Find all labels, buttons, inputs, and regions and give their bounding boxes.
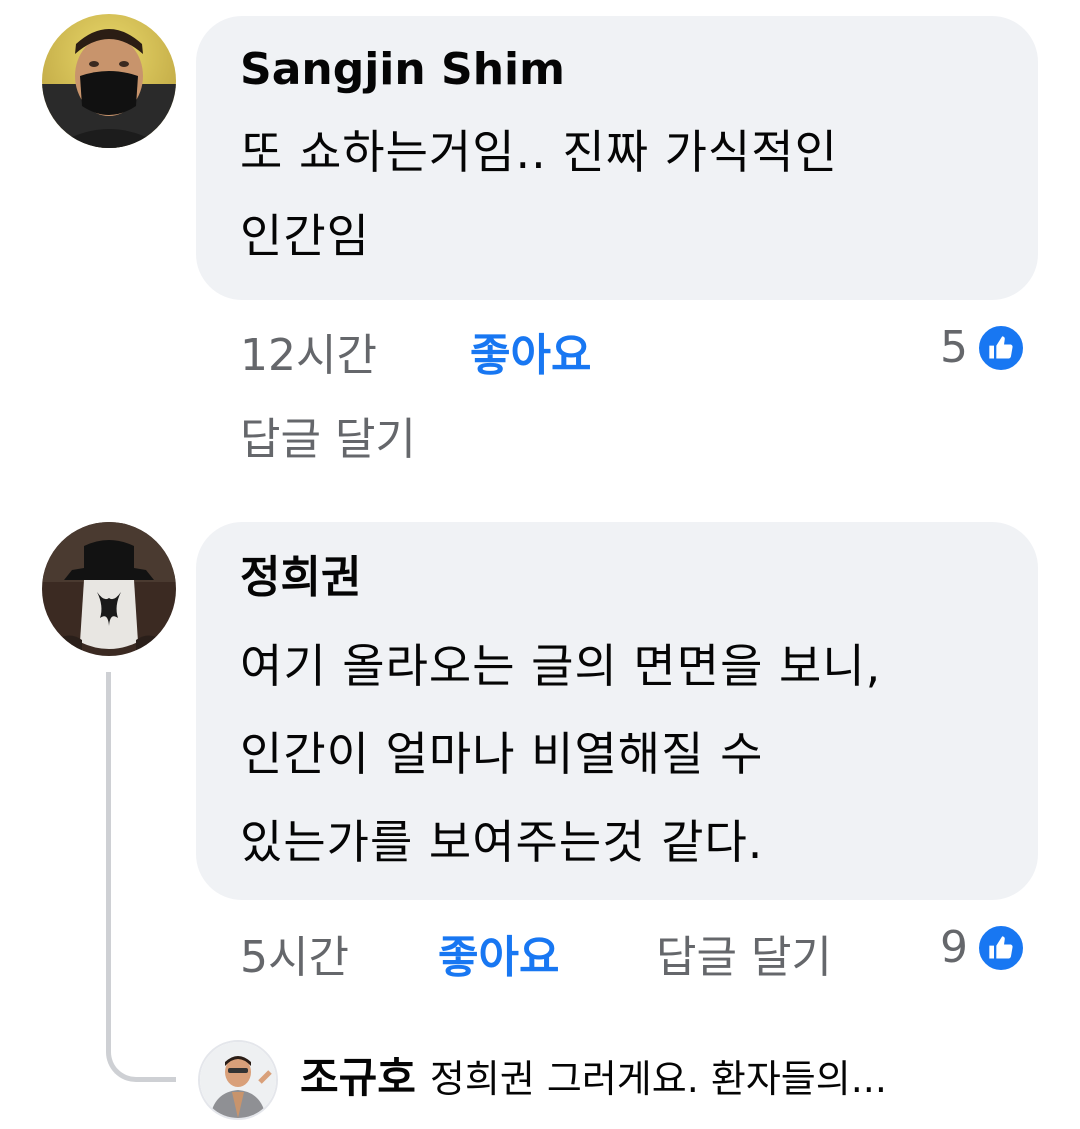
reaction-count: 5 xyxy=(940,322,968,373)
reply-thread-connector xyxy=(106,672,176,1082)
comment-text-line: 있는가를 보여주는것 같다. xyxy=(240,815,764,869)
comment-author[interactable]: 정희권 xyxy=(240,552,361,604)
comment-text-line: 인간이 얼마나 비열해질 수 xyxy=(240,727,764,781)
reply-preview[interactable]: 조규호 정희권 그러게요. 환자들의... xyxy=(300,1050,887,1107)
comment-timestamp[interactable]: 12시간 xyxy=(240,330,377,382)
reply-button[interactable]: 답글 달기 xyxy=(240,414,416,466)
avatar-jo-gyuho[interactable] xyxy=(198,1040,278,1120)
reaction-count: 9 xyxy=(940,922,968,973)
comment-author[interactable]: Sangjin Shim xyxy=(240,44,565,96)
avatar-sangjin-shim[interactable] xyxy=(42,14,176,148)
like-button[interactable]: 좋아요 xyxy=(438,932,559,984)
reply-button[interactable]: 답글 달기 xyxy=(656,932,832,984)
thumbs-up-icon xyxy=(976,323,1026,373)
reaction-summary[interactable]: 9 xyxy=(940,922,1026,974)
like-button[interactable]: 좋아요 xyxy=(470,330,591,382)
reply-author[interactable]: 조규호 xyxy=(300,1053,416,1102)
comment-text-line: 인간임 xyxy=(240,209,370,263)
comment-text-line: 또 쇼하는거임.. 진짜 가식적인 xyxy=(240,125,838,179)
avatar-jeong-huigwon[interactable] xyxy=(42,522,176,656)
comment-timestamp[interactable]: 5시간 xyxy=(240,932,349,984)
reaction-summary[interactable]: 5 xyxy=(940,322,1026,374)
reply-text: 정희권 그러게요. 환자들의... xyxy=(429,1057,887,1101)
comment-text-line: 여기 올라오는 글의 면면을 보니, xyxy=(240,639,882,693)
thumbs-up-icon xyxy=(976,923,1026,973)
